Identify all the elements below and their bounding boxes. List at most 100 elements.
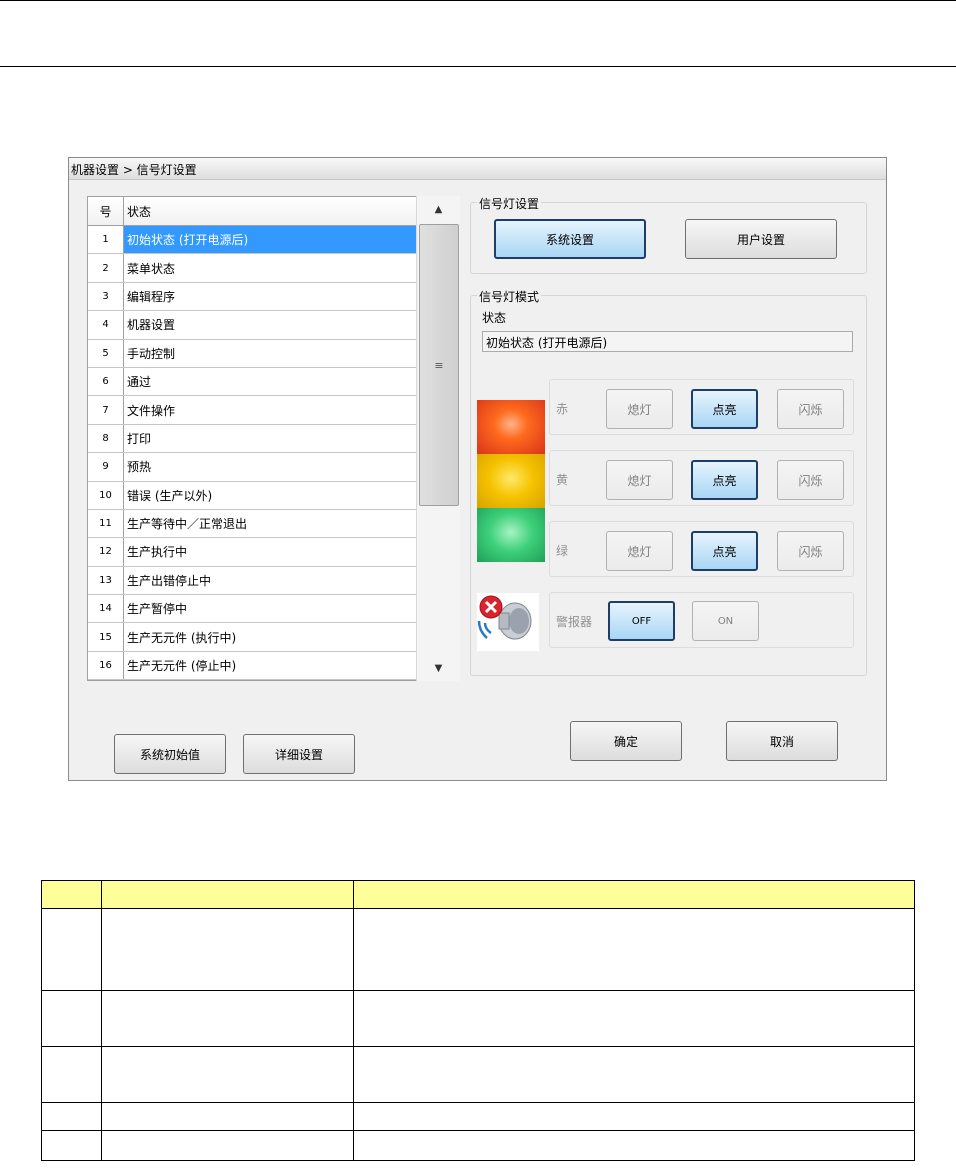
list-item-state: 生产出错停止中 [127,573,212,588]
list-item-num: 13 [88,566,124,595]
list-item[interactable]: 4 机器设置 [88,311,459,340]
green-blink-button[interactable]: 闪烁 [777,531,844,571]
table-cell [101,1102,354,1131]
list-item-state: 菜单状态 [127,261,176,276]
table-row [41,1130,915,1161]
green-off-button[interactable]: 熄灯 [606,531,673,571]
list-item-num: 5 [88,339,124,367]
buzzer-mute-icon [477,593,539,651]
scroll-up-icon[interactable]: ▲ [417,196,460,222]
table-cell [353,908,915,991]
list-item[interactable]: 13 生产出错停止中 [88,566,459,596]
yellow-on-button[interactable]: 点亮 [691,460,758,500]
list-item-state: 生产无元件 (停止中) [127,659,237,674]
list-item[interactable]: 15 生产无元件 (执行中) [88,623,459,652]
buzzer-row: 警报器 OFF ON [549,592,854,648]
system-default-button[interactable]: 系统初始值 [114,734,226,774]
red-lamp [477,400,545,454]
table-cell [353,990,915,1047]
status-label: 状态 [482,311,507,325]
list-item-state: 生产等待中／正常退出 [127,517,248,532]
table-cell [41,990,102,1047]
table-header-cell [353,880,915,909]
buzzer-off-button[interactable]: OFF [608,601,675,641]
table-row [41,1102,915,1131]
list-item-state: 手动控制 [127,346,176,361]
header-state: 状态 [127,204,152,219]
cancel-button[interactable]: 取消 [726,721,838,761]
yellow-blink-button[interactable]: 闪烁 [777,460,844,500]
list-item-state: 初始状态 (打开电源后) [127,233,249,248]
table-cell [41,908,102,991]
list-item[interactable]: 9 预热 [88,453,459,482]
list-item-num: 1 [88,226,124,254]
signal-mode-title: 信号灯模式 [477,288,542,305]
table-row [41,1046,915,1103]
list-item[interactable]: 2 菜单状态 [88,254,459,283]
list-scrollbar[interactable]: ▲ ≡ ▼ [416,196,460,681]
red-on-button[interactable]: 点亮 [691,389,758,429]
list-item-state: 文件操作 [127,403,176,418]
buzzer-on-button[interactable]: ON [692,601,759,641]
list-item-num: 11 [88,509,124,538]
grip-icon: ≡ [434,358,444,372]
table-cell [101,1046,354,1103]
red-off-button[interactable]: 熄灯 [606,389,673,429]
list-item[interactable]: 1 初始状态 (打开电源后) [88,226,459,255]
red-blink-button[interactable]: 闪烁 [777,389,844,429]
detail-settings-button[interactable]: 详细设置 [243,734,355,774]
table-cell [41,1046,102,1103]
list-item-state: 错误 (生产以外) [127,488,213,503]
header-num: 号 [88,197,124,225]
scroll-thumb[interactable]: ≡ [419,224,459,506]
green-lamp [477,508,545,562]
list-item-num: 2 [88,254,124,282]
list-item[interactable]: 11 生产等待中／正常退出 [88,509,459,539]
list-item[interactable]: 6 通过 [88,367,459,397]
list-item-num: 15 [88,623,124,651]
system-settings-button[interactable]: 系统设置 [494,219,646,259]
list-item[interactable]: 3 编辑程序 [88,282,459,312]
table-header-row [41,880,915,909]
table-cell [41,1102,102,1131]
list-item-num: 3 [88,282,124,311]
list-item[interactable]: 16 生产无元件 (停止中) [88,651,459,681]
signal-settings-title: 信号灯设置 [477,195,542,212]
top-rule [0,0,956,1]
state-list[interactable]: 号 状态 1 初始状态 (打开电源后) 2 菜单状态 3 编辑程序 4 机器设置 5 手动控制 6 通… [87,196,460,681]
table-row [41,990,915,1047]
green-on-button[interactable]: 点亮 [691,531,758,571]
ok-button[interactable]: 确定 [570,721,682,761]
list-item[interactable]: 14 生产暂停中 [88,595,459,624]
list-item-state: 生产暂停中 [127,602,188,617]
signal-light-dialog: 机器设置 > 信号灯设置 号 状态 1 初始状态 (打开电源后) 2 菜单状态 3 编辑程… [68,157,887,781]
list-item-state: 通过 [127,375,152,390]
breadcrumb: 机器设置 > 信号灯设置 [69,158,886,180]
list-item[interactable]: 5 手动控制 [88,339,459,368]
list-item-num: 6 [88,367,124,396]
list-item-state: 预热 [127,460,152,475]
table-header-cell [101,880,354,909]
scroll-down-icon[interactable]: ▼ [417,655,460,681]
table-cell [353,1046,915,1103]
status-value: 初始状态 (打开电源后) [482,331,853,352]
red-lamp-row: 赤 熄灯 点亮 闪烁 [549,379,854,435]
list-item-num: 7 [88,396,124,424]
list-item-state: 机器设置 [127,318,176,333]
list-item[interactable]: 7 文件操作 [88,396,459,425]
list-item-num: 12 [88,538,124,566]
yellow-label: 黄 [556,473,569,487]
list-item[interactable]: 8 打印 [88,424,459,454]
table-cell [353,1130,915,1161]
list-item[interactable]: 10 错误 (生产以外) [88,481,459,510]
list-item-num: 14 [88,595,124,623]
list-item-state: 生产执行中 [127,545,188,560]
red-label: 赤 [556,402,569,416]
yellow-off-button[interactable]: 熄灯 [606,460,673,500]
list-item[interactable]: 12 生产执行中 [88,538,459,567]
user-settings-button[interactable]: 用户设置 [685,219,837,259]
yellow-lamp-row: 黄 熄灯 点亮 闪烁 [549,450,854,506]
list-header: 号 状态 [88,197,459,226]
list-item-num: 9 [88,453,124,481]
table-header-cell [41,880,102,909]
